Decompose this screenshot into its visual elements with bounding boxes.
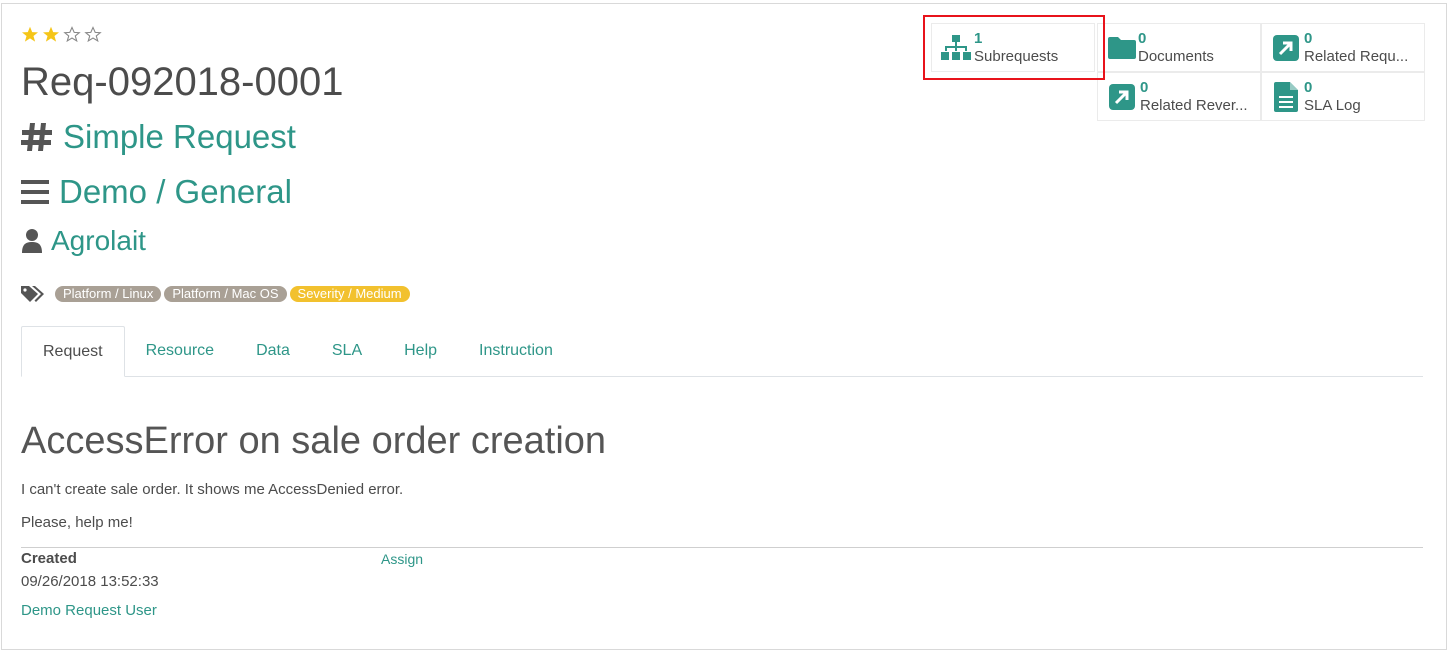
priority-stars[interactable]: [21, 26, 102, 42]
hashtag-icon: [21, 122, 53, 152]
created-date: 09/26/2018 13:52:33: [21, 573, 159, 590]
notebook-tabs: Request Resource Data SLA Help Instructi…: [21, 326, 1423, 377]
request-category-line: Demo / General: [21, 173, 292, 211]
related-requests-label: Related Requ...: [1304, 47, 1409, 65]
documents-label: Documents: [1138, 47, 1214, 65]
tags-icon: [21, 285, 45, 303]
tag-chip[interactable]: Platform / Mac OS: [164, 286, 287, 302]
request-category-link[interactable]: Demo / General: [59, 173, 292, 211]
star-empty-icon[interactable]: [84, 26, 102, 42]
request-body-line: Please, help me!: [21, 514, 133, 531]
external-link-square-icon: [1268, 34, 1304, 61]
related-reverse-count: 0: [1140, 78, 1149, 96]
related-reverse-button[interactable]: 0 Related Rever...: [1097, 72, 1261, 121]
tab-request[interactable]: Request: [21, 326, 125, 377]
folder-icon: [1106, 36, 1138, 59]
tag-chip[interactable]: Platform / Linux: [55, 286, 162, 302]
file-text-icon: [1268, 81, 1304, 112]
documents-count: 0: [1138, 29, 1147, 47]
related-requests-count: 0: [1304, 29, 1313, 47]
tab-help[interactable]: Help: [383, 326, 458, 376]
created-by-user-link[interactable]: Demo Request User: [21, 602, 157, 619]
request-name: Req-092018-0001: [21, 60, 344, 104]
assign-link[interactable]: Assign: [381, 551, 423, 567]
sla-log-label: SLA Log: [1304, 96, 1361, 114]
tab-resource[interactable]: Resource: [125, 326, 235, 376]
subrequests-count: 1: [974, 29, 983, 47]
star-filled-icon[interactable]: [42, 26, 60, 42]
request-type-line: Simple Request: [21, 118, 296, 156]
request-body-title: AccessError on sale order creation: [21, 420, 607, 462]
related-requests-button[interactable]: 0 Related Requ...: [1261, 23, 1425, 72]
subrequests-button[interactable]: 1 Subrequests: [931, 23, 1095, 72]
divider: [21, 547, 1423, 548]
created-label: Created: [21, 550, 77, 567]
tag-chip[interactable]: Severity / Medium: [289, 286, 410, 302]
related-reverse-label: Related Rever...: [1140, 96, 1248, 114]
sitemap-icon: [938, 34, 974, 61]
tab-sla[interactable]: SLA: [311, 326, 383, 376]
request-type-link[interactable]: Simple Request: [63, 118, 296, 156]
subrequests-label: Subrequests: [974, 47, 1059, 65]
documents-button[interactable]: 0 Documents: [1097, 23, 1261, 72]
request-body-line: I can't create sale order. It shows me A…: [21, 481, 404, 498]
bars-icon: [21, 179, 49, 205]
sla-log-button[interactable]: 0 SLA Log: [1261, 72, 1425, 121]
request-partner-line: Agrolait: [21, 225, 146, 257]
external-link-square-icon: [1104, 83, 1140, 110]
tab-data[interactable]: Data: [235, 326, 311, 376]
sla-log-count: 0: [1304, 78, 1313, 96]
request-partner-link[interactable]: Agrolait: [51, 225, 146, 257]
star-empty-icon[interactable]: [63, 26, 81, 42]
tab-instruction[interactable]: Instruction: [458, 326, 574, 376]
user-icon: [21, 228, 43, 254]
star-filled-icon[interactable]: [21, 26, 39, 42]
tags-field: Platform / Linux Platform / Mac OS Sever…: [21, 285, 413, 303]
